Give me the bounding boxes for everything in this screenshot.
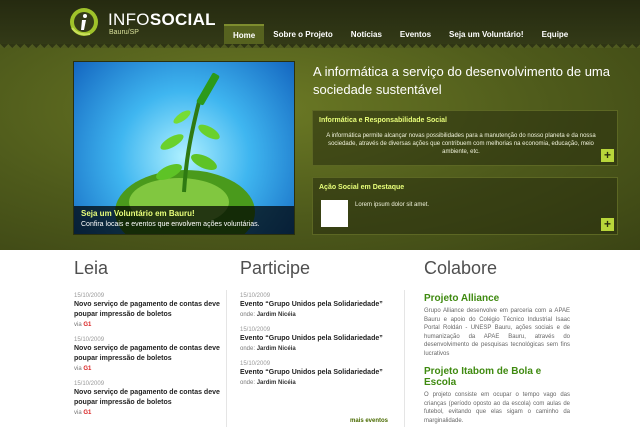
leia-column: Leia 15/10/2009 Novo serviço de pagament…	[74, 258, 224, 416]
news-item: 15/10/2009 Novo serviço de pagamento de …	[74, 293, 224, 328]
info-panel-responsabilidade: Informática e Responsabilidade Social A …	[312, 110, 618, 166]
hero-caption-title[interactable]: Seja um Voluntário em Bauru!	[81, 209, 287, 218]
event-item: 15/10/2009 Evento “Grupo Unidos pela Sol…	[240, 293, 390, 318]
place-name: Jardim Nicéia	[256, 380, 296, 386]
news-date: 15/10/2009	[74, 337, 105, 343]
news-date: 15/10/2009	[74, 293, 105, 299]
panel-text: Lorem ipsum dolor sit amet.	[355, 202, 430, 208]
event-title[interactable]: Evento “Grupo Unidos pela Solidariedade”	[240, 334, 390, 344]
news-date: 15/10/2009	[74, 381, 105, 387]
panel-text: A informática permite alcançar novas pos…	[326, 133, 596, 155]
event-item: 15/10/2009 Evento “Grupo Unidos pela Sol…	[240, 327, 390, 352]
event-date: 15/10/2009	[240, 293, 271, 299]
news-source: via G1	[74, 410, 224, 416]
news-title[interactable]: Novo serviço de pagamento de contas deve…	[74, 300, 224, 320]
hero-headline: A informática a serviço do desenvolvimen…	[313, 64, 610, 97]
expand-plus-button[interactable]: +	[601, 149, 614, 162]
event-date: 15/10/2009	[240, 361, 271, 367]
expand-plus-button[interactable]: +	[601, 218, 614, 231]
where-label: onde:	[240, 346, 256, 352]
event-item: 15/10/2009 Evento “Grupo Unidos pela Sol…	[240, 361, 390, 386]
info-panel-acao-social: Ação Social em Destaque Lorem ipsum dolo…	[312, 177, 618, 235]
project-description: O projeto consiste em ocupar o tempo vag…	[424, 392, 570, 424]
project-title[interactable]: Projeto Alliance	[424, 293, 570, 304]
more-events-link[interactable]: mais eventos	[350, 418, 388, 424]
place-name: Jardim Nicéia	[256, 346, 296, 352]
colabore-column: Colabore Projeto Alliance Grupo Alliance…	[424, 258, 570, 425]
hero-caption: Seja um Voluntário em Bauru! Confira loc…	[74, 206, 294, 234]
project-description: Grupo Alliance desenvolve em parceria co…	[424, 308, 570, 357]
hero-feature-image[interactable]: Seja um Voluntário em Bauru! Confira loc…	[73, 61, 295, 235]
site-logo-text[interactable]: INFOSOCIAL	[108, 10, 216, 30]
event-place: onde: Jardim Nicéia	[240, 380, 390, 386]
where-label: onde:	[240, 312, 256, 318]
news-item: 15/10/2009 Novo serviço de pagamento de …	[74, 337, 224, 372]
panel-thumbnail	[321, 200, 348, 227]
event-title[interactable]: Evento “Grupo Unidos pela Solidariedade”	[240, 368, 390, 378]
via-label: via	[74, 410, 82, 416]
column-divider	[226, 290, 227, 427]
site-header: INFOSOCIAL Bauru/SP Home Sobre o Projeto…	[0, 0, 640, 48]
event-place: onde: Jardim Nicéia	[240, 312, 390, 318]
news-title[interactable]: Novo serviço de pagamento de contas deve…	[74, 388, 224, 408]
leia-heading: Leia	[74, 258, 109, 278]
source-link[interactable]: G1	[83, 322, 91, 328]
event-date: 15/10/2009	[240, 327, 271, 333]
source-link[interactable]: G1	[83, 366, 91, 372]
via-label: via	[74, 366, 82, 372]
logo-location: Bauru/SP	[109, 29, 139, 36]
news-source: via G1	[74, 366, 224, 372]
colabore-heading: Colabore	[424, 258, 498, 278]
info-logo-icon[interactable]	[68, 6, 100, 38]
news-item: 15/10/2009 Novo serviço de pagamento de …	[74, 381, 224, 416]
event-title[interactable]: Evento “Grupo Unidos pela Solidariedade”	[240, 300, 390, 310]
event-place: onde: Jardim Nicéia	[240, 346, 390, 352]
hero-caption-text: Confira locais e eventos que envolvem aç…	[81, 221, 260, 228]
participe-column: Participe 15/10/2009 Evento “Grupo Unido…	[240, 258, 390, 386]
source-link[interactable]: G1	[83, 410, 91, 416]
column-divider	[404, 290, 405, 427]
participe-heading: Participe	[240, 258, 311, 278]
logo-name-thin: INFO	[108, 10, 150, 29]
panel-title: Ação Social em Destaque	[319, 184, 405, 191]
news-title[interactable]: Novo serviço de pagamento de contas deve…	[74, 344, 224, 364]
place-name: Jardim Nicéia	[256, 312, 296, 318]
project-title[interactable]: Projeto Itabom de Bola e Escola	[424, 366, 570, 388]
news-source: via G1	[74, 322, 224, 328]
logo-name-bold: SOCIAL	[149, 10, 216, 29]
via-label: via	[74, 322, 82, 328]
panel-title: Informática e Responsabilidade Social	[319, 117, 447, 124]
where-label: onde:	[240, 380, 256, 386]
